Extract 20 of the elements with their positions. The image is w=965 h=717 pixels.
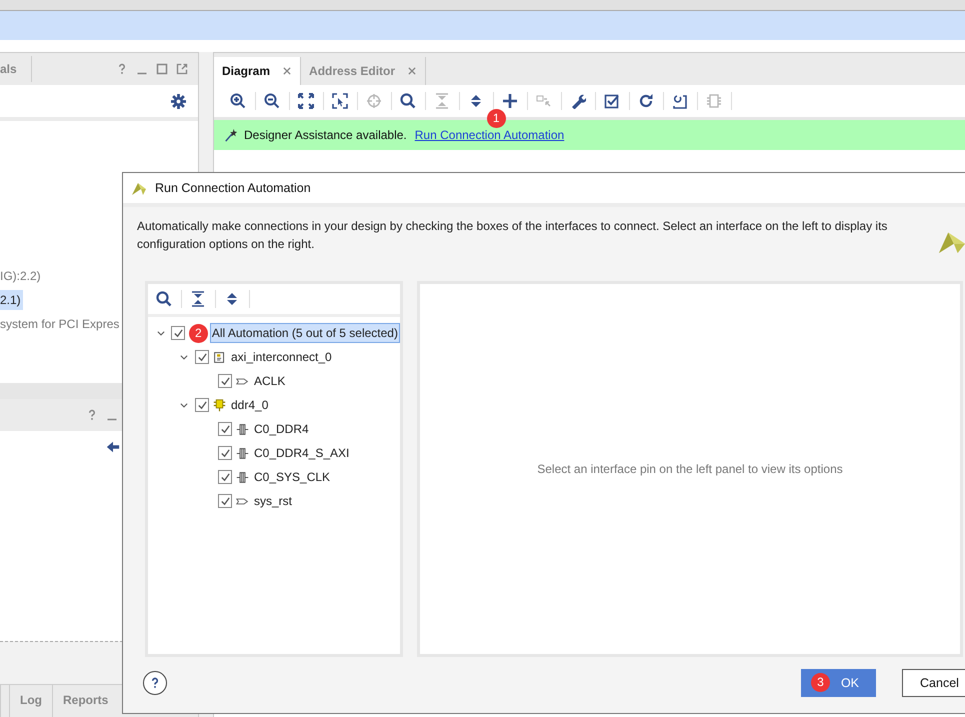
cancel-button[interactable]: Cancel bbox=[902, 669, 965, 697]
tree-item[interactable]: system for PCI Expres bbox=[0, 314, 120, 334]
tree-item[interactable]: axi_interconnect_0 bbox=[230, 348, 333, 366]
tree-item[interactable]: IG):2.2) bbox=[0, 266, 41, 286]
tree-item[interactable]: ACLK bbox=[253, 372, 286, 390]
tree-item[interactable]: C0_DDR4 bbox=[253, 420, 310, 438]
tree-item[interactable]: C0_SYS_CLK bbox=[253, 468, 332, 486]
editor-tab[interactable]: Diagram bbox=[214, 57, 302, 85]
step-badge: 1 bbox=[486, 109, 506, 128]
automation-link[interactable]: Run Connection Automation bbox=[414, 128, 564, 142]
step-badge: 2 bbox=[188, 324, 208, 343]
hint-text: Select an interface pin on the left panel to view its options bbox=[537, 462, 843, 476]
dialog-title: Run Connection Automation bbox=[155, 181, 311, 195]
banner-text: Designer Assistance available. bbox=[244, 128, 407, 142]
description-text: Automatically make connections in your design by checking the boxes of the interfaces to connect. Select an interface on the left to display its configuration options on the right. bbox=[137, 218, 888, 253]
tree-item[interactable]: 2.1) bbox=[0, 290, 23, 310]
tree-item[interactable]: C0_DDR4_S_AXI bbox=[253, 444, 350, 462]
tree-item[interactable]: All Automation (5 out of 5 selected) bbox=[210, 323, 400, 343]
tree-item[interactable]: ddr4_0 bbox=[230, 396, 270, 414]
tree-item[interactable]: sys_rst bbox=[253, 492, 294, 510]
